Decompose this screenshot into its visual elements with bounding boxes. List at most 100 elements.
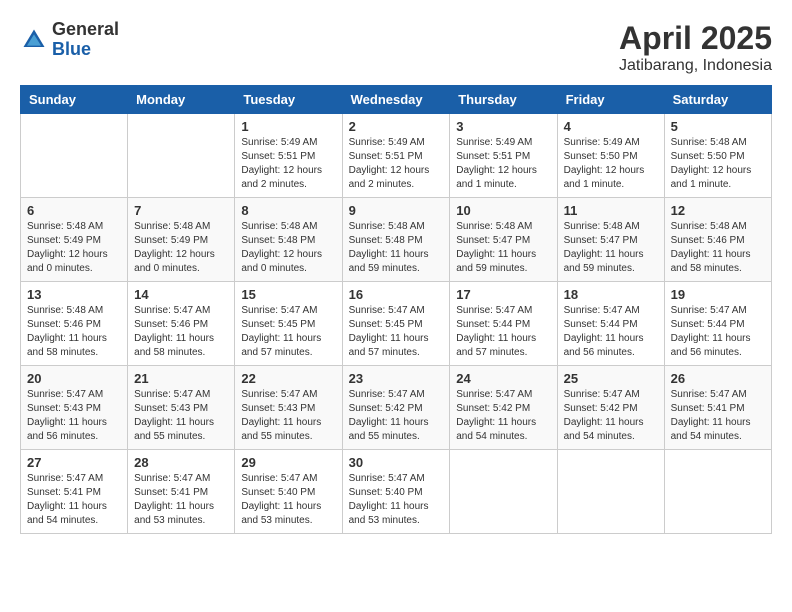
- day-cell: 27 Sunrise: 5:47 AM Sunset: 5:41 PM Dayli…: [21, 450, 128, 534]
- day-number: 6: [27, 203, 121, 218]
- day-cell: [21, 114, 128, 198]
- day-info: Sunrise: 5:48 AM Sunset: 5:48 PM Dayligh…: [349, 220, 444, 276]
- col-tuesday: Tuesday: [235, 86, 342, 114]
- logo-text: General Blue: [52, 20, 119, 60]
- day-number: 5: [671, 119, 765, 134]
- day-cell: 2Sunrise: 5:49 AM Sunset: 5:51 PM Daylig…: [342, 114, 450, 198]
- day-info: Sunrise: 5:47 AM Sunset: 5:41 PM Dayligh…: [134, 472, 228, 528]
- day-number: 18: [564, 287, 658, 302]
- day-info: Sunrise: 5:47 AM Sunset: 5:41 PM Dayligh…: [27, 472, 121, 528]
- day-info: Sunrise: 5:48 AM Sunset: 5:50 PM Dayligh…: [671, 136, 765, 192]
- day-number: 3: [456, 119, 550, 134]
- day-cell: 19Sunrise: 5:47 AM Sunset: 5:44 PM Dayli…: [664, 282, 771, 366]
- day-cell: 16 Sunrise: 5:47 AM Sunset: 5:45 PM Dayli…: [342, 282, 450, 366]
- day-cell: 4Sunrise: 5:49 AM Sunset: 5:50 PM Daylig…: [557, 114, 664, 198]
- day-number: 28: [134, 455, 228, 470]
- day-cell: 18 Sunrise: 5:47 AM Sunset: 5:44 PM Dayli…: [557, 282, 664, 366]
- day-cell: [450, 450, 557, 534]
- logo-general: General: [52, 20, 119, 40]
- day-info: Sunrise: 5:47 AM Sunset: 5:44 PM Dayligh…: [456, 304, 550, 360]
- day-number: 29: [241, 455, 335, 470]
- day-info: Sunrise: 5:47 AM Sunset: 5:44 PM Dayligh…: [564, 304, 658, 360]
- day-cell: 7 Sunrise: 5:48 AM Sunset: 5:49 PM Daylig…: [128, 198, 235, 282]
- day-info: Sunrise: 5:47 AM Sunset: 5:43 PM Dayligh…: [27, 388, 121, 444]
- day-number: 20: [27, 371, 121, 386]
- day-number: 22: [241, 371, 335, 386]
- day-info: Sunrise: 5:49 AM Sunset: 5:51 PM Dayligh…: [349, 136, 444, 192]
- col-friday: Friday: [557, 86, 664, 114]
- title-area: April 2025 Jatibarang, Indonesia: [619, 20, 772, 75]
- day-cell: 24 Sunrise: 5:47 AM Sunset: 5:42 PM Dayli…: [450, 366, 557, 450]
- header-row: Sunday Monday Tuesday Wednesday Thursday…: [21, 86, 772, 114]
- day-number: 10: [456, 203, 550, 218]
- week-row-3: 13Sunrise: 5:48 AM Sunset: 5:46 PM Dayli…: [21, 282, 772, 366]
- day-info: Sunrise: 5:48 AM Sunset: 5:49 PM Dayligh…: [134, 220, 228, 276]
- day-cell: 3 Sunrise: 5:49 AM Sunset: 5:51 PM Daylig…: [450, 114, 557, 198]
- day-info: Sunrise: 5:47 AM Sunset: 5:43 PM Dayligh…: [134, 388, 228, 444]
- day-number: 1: [241, 119, 335, 134]
- day-cell: 12 Sunrise: 5:48 AM Sunset: 5:46 PM Dayli…: [664, 198, 771, 282]
- logo: General Blue: [20, 20, 119, 60]
- day-number: 7: [134, 203, 228, 218]
- day-number: 27: [27, 455, 121, 470]
- day-info: Sunrise: 5:47 AM Sunset: 5:42 PM Dayligh…: [349, 388, 444, 444]
- day-info: Sunrise: 5:47 AM Sunset: 5:41 PM Dayligh…: [671, 388, 765, 444]
- day-number: 19: [671, 287, 765, 302]
- day-info: Sunrise: 5:47 AM Sunset: 5:42 PM Dayligh…: [564, 388, 658, 444]
- day-cell: 29 Sunrise: 5:47 AM Sunset: 5:40 PM Dayli…: [235, 450, 342, 534]
- week-row-4: 20 Sunrise: 5:47 AM Sunset: 5:43 PM Dayli…: [21, 366, 772, 450]
- logo-icon: [20, 26, 48, 54]
- week-row-1: 1 Sunrise: 5:49 AM Sunset: 5:51 PM Daylig…: [21, 114, 772, 198]
- col-thursday: Thursday: [450, 86, 557, 114]
- day-number: 25: [564, 371, 658, 386]
- day-number: 14: [134, 287, 228, 302]
- day-cell: 10 Sunrise: 5:48 AM Sunset: 5:47 PM Dayli…: [450, 198, 557, 282]
- day-cell: 15 Sunrise: 5:47 AM Sunset: 5:45 PM Dayli…: [235, 282, 342, 366]
- day-info: Sunrise: 5:49 AM Sunset: 5:51 PM Dayligh…: [456, 136, 550, 192]
- day-cell: 25 Sunrise: 5:47 AM Sunset: 5:42 PM Dayli…: [557, 366, 664, 450]
- day-number: 11: [564, 203, 658, 218]
- day-cell: 20 Sunrise: 5:47 AM Sunset: 5:43 PM Dayli…: [21, 366, 128, 450]
- day-cell: 26 Sunrise: 5:47 AM Sunset: 5:41 PM Dayli…: [664, 366, 771, 450]
- day-info: Sunrise: 5:48 AM Sunset: 5:46 PM Dayligh…: [671, 220, 765, 276]
- day-info: Sunrise: 5:49 AM Sunset: 5:50 PM Dayligh…: [564, 136, 658, 192]
- day-info: Sunrise: 5:48 AM Sunset: 5:49 PM Dayligh…: [27, 220, 121, 276]
- day-number: 12: [671, 203, 765, 218]
- day-info: Sunrise: 5:47 AM Sunset: 5:40 PM Dayligh…: [241, 472, 335, 528]
- day-number: 9: [349, 203, 444, 218]
- month-title: April 2025: [619, 20, 772, 57]
- day-cell: 5 Sunrise: 5:48 AM Sunset: 5:50 PM Daylig…: [664, 114, 771, 198]
- day-cell: 21 Sunrise: 5:47 AM Sunset: 5:43 PM Dayli…: [128, 366, 235, 450]
- day-number: 26: [671, 371, 765, 386]
- day-cell: 8Sunrise: 5:48 AM Sunset: 5:48 PM Daylig…: [235, 198, 342, 282]
- day-info: Sunrise: 5:47 AM Sunset: 5:42 PM Dayligh…: [456, 388, 550, 444]
- day-cell: 22 Sunrise: 5:47 AM Sunset: 5:43 PM Dayli…: [235, 366, 342, 450]
- day-info: Sunrise: 5:47 AM Sunset: 5:45 PM Dayligh…: [349, 304, 444, 360]
- day-number: 15: [241, 287, 335, 302]
- day-number: 17: [456, 287, 550, 302]
- day-number: 21: [134, 371, 228, 386]
- day-cell: 23 Sunrise: 5:47 AM Sunset: 5:42 PM Dayli…: [342, 366, 450, 450]
- day-info: Sunrise: 5:47 AM Sunset: 5:43 PM Dayligh…: [241, 388, 335, 444]
- day-cell: 11Sunrise: 5:48 AM Sunset: 5:47 PM Dayli…: [557, 198, 664, 282]
- day-info: Sunrise: 5:47 AM Sunset: 5:45 PM Dayligh…: [241, 304, 335, 360]
- week-row-2: 6 Sunrise: 5:48 AM Sunset: 5:49 PM Daylig…: [21, 198, 772, 282]
- day-number: 16: [349, 287, 444, 302]
- header: General Blue April 2025 Jatibarang, Indo…: [20, 20, 772, 75]
- day-number: 24: [456, 371, 550, 386]
- calendar-table: Sunday Monday Tuesday Wednesday Thursday…: [20, 85, 772, 534]
- week-row-5: 27 Sunrise: 5:47 AM Sunset: 5:41 PM Dayli…: [21, 450, 772, 534]
- col-wednesday: Wednesday: [342, 86, 450, 114]
- logo-blue: Blue: [52, 40, 119, 60]
- day-cell: [128, 114, 235, 198]
- day-cell: 17 Sunrise: 5:47 AM Sunset: 5:44 PM Dayli…: [450, 282, 557, 366]
- day-info: Sunrise: 5:48 AM Sunset: 5:46 PM Dayligh…: [27, 304, 121, 360]
- day-cell: [557, 450, 664, 534]
- day-info: Sunrise: 5:49 AM Sunset: 5:51 PM Dayligh…: [241, 136, 335, 192]
- day-cell: 13Sunrise: 5:48 AM Sunset: 5:46 PM Dayli…: [21, 282, 128, 366]
- day-info: Sunrise: 5:47 AM Sunset: 5:40 PM Dayligh…: [349, 472, 444, 528]
- day-info: Sunrise: 5:48 AM Sunset: 5:47 PM Dayligh…: [456, 220, 550, 276]
- day-number: 23: [349, 371, 444, 386]
- day-number: 8: [241, 203, 335, 218]
- day-cell: 30Sunrise: 5:47 AM Sunset: 5:40 PM Dayli…: [342, 450, 450, 534]
